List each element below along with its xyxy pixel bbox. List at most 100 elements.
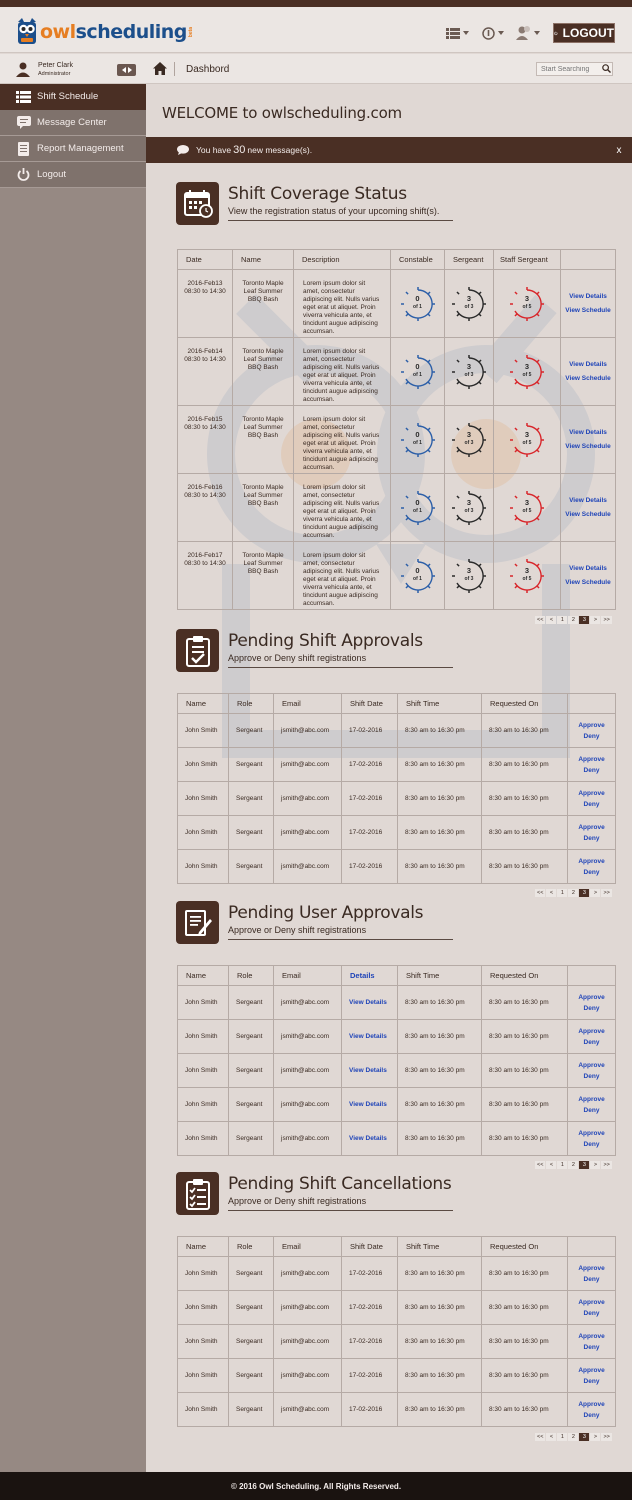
approve-link[interactable]: Approve — [568, 822, 615, 833]
info-menu-dropdown[interactable] — [482, 25, 504, 41]
pager-button[interactable]: 3 — [579, 1161, 590, 1169]
gauge-count: 3 — [524, 497, 530, 507]
name-cell: Toronto Maple Leaf Summer BBQ Bash — [232, 405, 294, 474]
pager-button[interactable]: 3 — [579, 1433, 590, 1441]
deny-link[interactable]: Deny — [568, 1139, 615, 1150]
pager-button[interactable]: << — [535, 1433, 546, 1441]
pager-button[interactable]: >> — [601, 1161, 612, 1169]
pager-button[interactable]: 1 — [557, 1433, 568, 1441]
approve-link[interactable]: Approve — [568, 788, 615, 799]
pager-button[interactable]: 3 — [579, 616, 590, 624]
approve-link[interactable]: Approve — [568, 1399, 615, 1410]
pager-button[interactable]: < — [546, 1433, 557, 1441]
user-email: jsmith@abc.com — [281, 761, 330, 768]
pager-button[interactable]: << — [535, 1161, 546, 1169]
sidebar-item-shift-schedule[interactable]: Shift Schedule — [0, 84, 152, 110]
staff-gauge-cell: 3 of 5 — [493, 337, 561, 406]
view-details-link[interactable]: View Details — [561, 494, 615, 508]
approve-link[interactable]: Approve — [568, 1331, 615, 1342]
deny-link[interactable]: Deny — [568, 1037, 615, 1048]
approve-link[interactable]: Approve — [568, 992, 615, 1003]
pager-button[interactable]: < — [546, 616, 557, 624]
pager-button[interactable]: > — [590, 1433, 601, 1441]
view-details-link[interactable]: View Details — [561, 562, 615, 576]
deny-link[interactable]: Deny — [568, 1071, 615, 1082]
view-details-link[interactable]: View Details — [561, 290, 615, 304]
requested-on: 8:30 am to 16:30 pm — [489, 1067, 549, 1074]
deny-link[interactable]: Deny — [568, 799, 615, 810]
view-schedule-link[interactable]: View Schedule — [561, 576, 615, 590]
sidebar-item-report-management[interactable]: Report Management — [0, 136, 146, 162]
view-schedule-link[interactable]: View Schedule — [561, 372, 615, 386]
pager-button[interactable]: 1 — [557, 616, 568, 624]
view-schedule-link[interactable]: View Schedule — [561, 304, 615, 318]
view-details-link[interactable]: View Details — [561, 426, 615, 440]
approve-link[interactable]: Approve — [568, 1094, 615, 1105]
pager-button[interactable]: >> — [601, 889, 612, 897]
deny-link[interactable]: Deny — [568, 765, 615, 776]
welcome-site: to owlscheduling.com — [237, 104, 403, 122]
user-name-cell: John Smith — [177, 815, 229, 850]
pager-button[interactable]: 2 — [568, 1433, 579, 1441]
pager-button[interactable]: << — [535, 889, 546, 897]
pager-button[interactable]: 2 — [568, 1161, 579, 1169]
logo[interactable]: owlscheduling beta — [16, 17, 194, 47]
logout-button[interactable]: LOGOUT — [553, 23, 615, 43]
approve-link[interactable]: Approve — [568, 1297, 615, 1308]
pager-button[interactable]: < — [546, 889, 557, 897]
pager-button[interactable]: 2 — [568, 889, 579, 897]
approve-link[interactable]: Approve — [568, 1060, 615, 1071]
sidebar-item-logout[interactable]: Logout — [0, 162, 146, 188]
deny-link[interactable]: Deny — [568, 1308, 615, 1319]
gauge-total: of 5 — [522, 371, 532, 378]
deny-link[interactable]: Deny — [568, 1003, 615, 1014]
pager-button[interactable]: 3 — [579, 889, 590, 897]
deny-link[interactable]: Deny — [568, 731, 615, 742]
approve-link[interactable]: Approve — [568, 1128, 615, 1139]
pager-button[interactable]: > — [590, 616, 601, 624]
pager-button[interactable]: << — [535, 616, 546, 624]
sidebar-item-message-center[interactable]: Message Center — [0, 110, 146, 136]
approve-link[interactable]: Approve — [568, 1365, 615, 1376]
view-details-link[interactable]: View Details — [561, 358, 615, 372]
view-schedule-link[interactable]: View Schedule — [561, 440, 615, 454]
deny-link[interactable]: Deny — [568, 833, 615, 844]
message-notification-bar[interactable]: You have 30 new message(s). x — [146, 137, 632, 163]
pager-button[interactable]: > — [590, 1161, 601, 1169]
pager-button[interactable]: > — [590, 889, 601, 897]
pager-button[interactable]: >> — [601, 1433, 612, 1441]
deny-link[interactable]: Deny — [568, 1342, 615, 1353]
user-email: jsmith@abc.com — [281, 1067, 330, 1074]
view-details-link[interactable]: View Details — [349, 1033, 387, 1040]
column-header: Description — [293, 249, 391, 270]
list-menu-dropdown[interactable] — [446, 25, 469, 41]
pager-button[interactable]: 2 — [568, 616, 579, 624]
deny-link[interactable]: Deny — [568, 1376, 615, 1387]
view-details-link[interactable]: View Details — [349, 1067, 387, 1074]
approve-link[interactable]: Approve — [568, 1026, 615, 1037]
approve-link[interactable]: Approve — [568, 754, 615, 765]
approve-link[interactable]: Approve — [568, 720, 615, 731]
approve-link[interactable]: Approve — [568, 856, 615, 867]
pager-button[interactable]: 1 — [557, 889, 568, 897]
home-icon[interactable] — [153, 62, 167, 75]
view-schedule-link[interactable]: View Schedule — [561, 508, 615, 522]
view-details-link[interactable]: View Details — [349, 999, 387, 1006]
close-message-button[interactable]: x — [606, 137, 632, 163]
deny-link[interactable]: Deny — [568, 1105, 615, 1116]
search-icon[interactable] — [602, 64, 611, 73]
message-prefix: You have — [196, 145, 232, 155]
pager-button[interactable]: < — [546, 1161, 557, 1169]
user-email-cell: jsmith@abc.com — [273, 1392, 342, 1427]
column-header: Requested On — [481, 693, 568, 714]
deny-link[interactable]: Deny — [568, 1274, 615, 1285]
approve-link[interactable]: Approve — [568, 1263, 615, 1274]
sidebar-toggle-button[interactable] — [117, 64, 136, 76]
user-menu-dropdown[interactable] — [515, 25, 540, 41]
deny-link[interactable]: Deny — [568, 1410, 615, 1421]
pager-button[interactable]: >> — [601, 616, 612, 624]
view-details-link[interactable]: View Details — [349, 1101, 387, 1108]
deny-link[interactable]: Deny — [568, 867, 615, 878]
view-details-link[interactable]: View Details — [349, 1135, 387, 1142]
pager-button[interactable]: 1 — [557, 1161, 568, 1169]
